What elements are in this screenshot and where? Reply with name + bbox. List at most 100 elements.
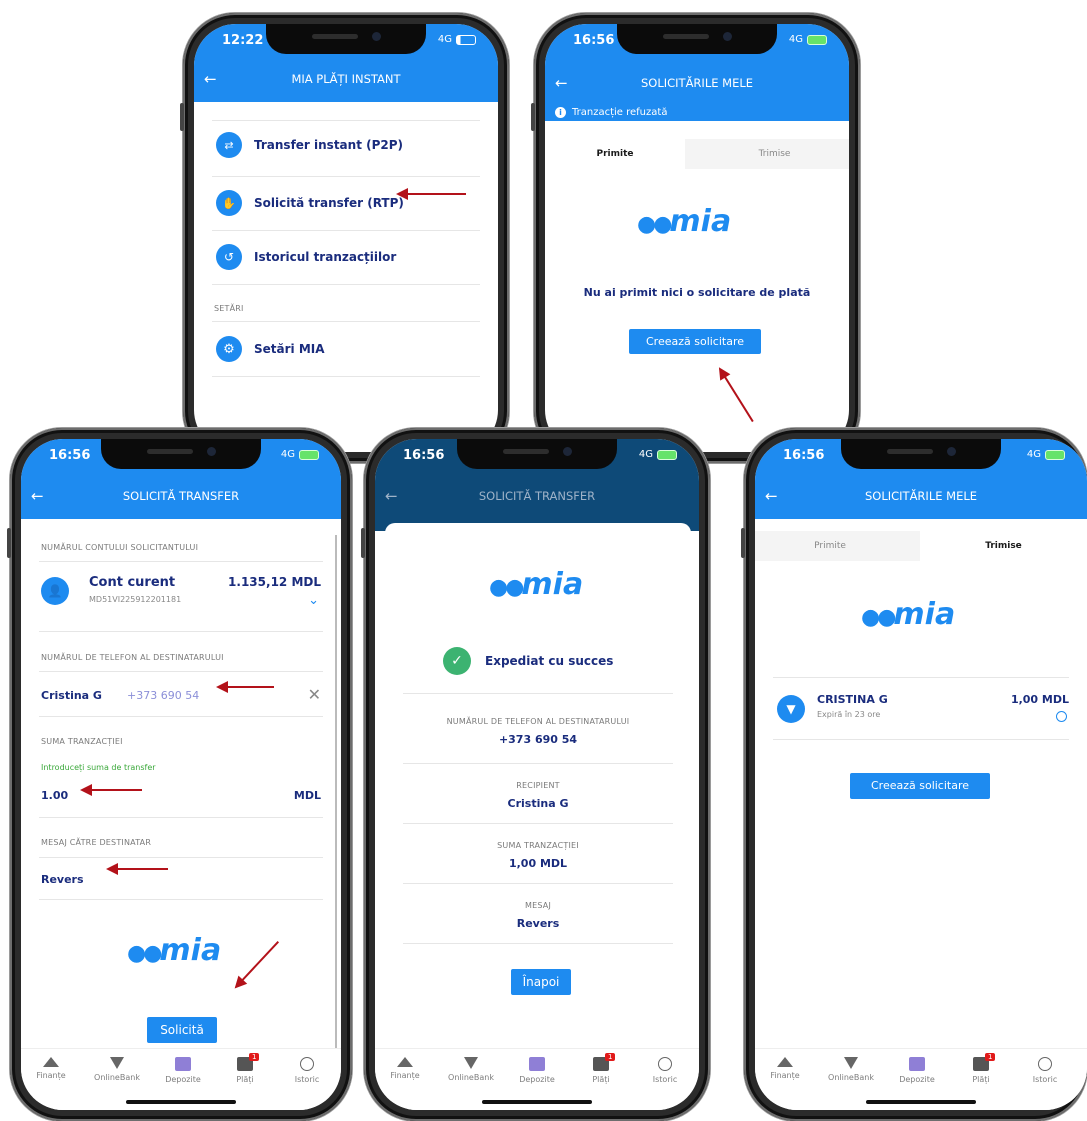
- annotation-arrow-rtp: [396, 188, 466, 200]
- annotation-arrow-phone: [216, 681, 274, 693]
- status-time: 12:22: [222, 33, 264, 48]
- bottom-nav: Finanțe OnlineBank Depozite 1 Plăți Istor…: [375, 1048, 699, 1110]
- phone-4-screen: 16:56 4G ← SOLICITĂ TRANSFER ●●mia ✓ Exp…: [375, 439, 699, 1110]
- phone-3: 16:56 4G ← SOLICITĂ TRANSFER NUMĂRUL CON…: [7, 428, 352, 1121]
- request-list-item[interactable]: ▼ CRISTINA G Expiră în 23 ore 1,00 MDL: [777, 693, 1069, 733]
- bank-logo-icon: [110, 1057, 124, 1069]
- history-icon: ↺: [216, 244, 242, 270]
- back-arrow-icon[interactable]: ←: [555, 66, 568, 100]
- annotation-arrow-message: [106, 863, 168, 875]
- deposit-icon: [175, 1057, 191, 1071]
- page-title: SOLICITĂRILE MELE: [640, 76, 754, 90]
- battery-icon: [456, 34, 476, 45]
- battery-icon: [807, 34, 827, 45]
- menu-item-settings[interactable]: ⚙ Setări MIA: [216, 336, 325, 362]
- home-icon: [43, 1057, 59, 1067]
- deposit-icon: [909, 1057, 925, 1071]
- nav-depozite[interactable]: Depozite: [889, 1057, 945, 1084]
- history-icon: [658, 1057, 672, 1071]
- menu-item-p2p[interactable]: ⇄ Transfer instant (P2P): [216, 132, 403, 158]
- back-arrow-icon[interactable]: ←: [765, 479, 778, 513]
- nav-onlinebank[interactable]: OnlineBank: [89, 1057, 145, 1082]
- back-arrow-icon[interactable]: ←: [204, 62, 217, 96]
- menu-item-rtp[interactable]: ✋ Solicită transfer (RTP): [216, 190, 404, 216]
- mia-logo: ●●mia: [637, 204, 732, 239]
- nav-depozite[interactable]: Depozite: [155, 1057, 211, 1084]
- message-input[interactable]: Revers: [41, 873, 84, 886]
- submit-request-button[interactable]: Solicită: [147, 1017, 217, 1043]
- notice-banner: i Tranzacție refuzată: [555, 107, 667, 118]
- tabs: Primite Trimise: [545, 139, 849, 169]
- tab-primite[interactable]: Primite: [755, 531, 905, 561]
- history-icon: [1038, 1057, 1052, 1071]
- nav-onlinebank[interactable]: OnlineBank: [823, 1057, 879, 1082]
- create-request-button[interactable]: Creează solicitare: [629, 329, 761, 354]
- clock-icon: [1056, 711, 1067, 722]
- battery-icon: [299, 449, 319, 460]
- phone-3-screen: 16:56 4G ← SOLICITĂ TRANSFER NUMĂRUL CON…: [21, 439, 341, 1110]
- bottom-nav: Finanțe OnlineBank Depozite 1 Plăți Istor…: [21, 1048, 341, 1110]
- phone-4: 16:56 4G ← SOLICITĂ TRANSFER ●●mia ✓ Exp…: [361, 428, 710, 1121]
- gear-icon: ⚙: [216, 336, 242, 362]
- tabs: Primite Trimise: [755, 531, 1087, 561]
- hand-coin-icon: ✋: [216, 190, 242, 216]
- bottom-nav: Finanțe OnlineBank Depozite 1 Plăți Istor…: [755, 1048, 1087, 1110]
- phone-1-screen: 12:22 4G ← MIA PLĂȚI INSTANT ⇄ Transfer …: [194, 24, 498, 452]
- home-icon: [397, 1057, 413, 1067]
- mia-logo: ●●mia: [489, 567, 584, 602]
- notification-badge: 1: [985, 1053, 996, 1061]
- deposit-icon: [529, 1057, 545, 1071]
- back-button[interactable]: Înapoi: [511, 969, 571, 995]
- annotation-arrow-amount: [80, 784, 142, 796]
- recipient-field[interactable]: Cristina G +373 690 54 ✕: [41, 685, 321, 711]
- phone-1: 12:22 4G ← MIA PLĂȚI INSTANT ⇄ Transfer …: [180, 13, 509, 463]
- history-icon: [300, 1057, 314, 1071]
- battery-icon: [1045, 449, 1065, 460]
- nav-plati[interactable]: 1 Plăți: [573, 1053, 629, 1084]
- modal-sheet: ●●mia ✓ Expediat cu succes NUMĂRUL DE TE…: [385, 523, 691, 1046]
- nav-plati[interactable]: 1 Plăți: [217, 1053, 273, 1084]
- mia-logo: ●●mia: [127, 933, 222, 968]
- phone-2: 16:56 4G ← SOLICITĂRILE MELE i Tranzacți…: [531, 13, 860, 463]
- bank-logo-icon: ▼: [777, 695, 805, 723]
- tab-trimise[interactable]: Trimise: [700, 139, 849, 169]
- chevron-down-icon[interactable]: ⌄: [308, 593, 319, 608]
- bank-logo-icon: [844, 1057, 858, 1069]
- user-icon: 👤: [41, 577, 69, 605]
- nav-istoric[interactable]: Istoric: [1017, 1057, 1073, 1084]
- nav-istoric[interactable]: Istoric: [279, 1057, 335, 1084]
- create-request-button[interactable]: Creează solicitare: [850, 773, 990, 799]
- nav-finante[interactable]: Finanțe: [757, 1057, 813, 1080]
- battery-icon: [657, 449, 677, 460]
- page-title: MIA PLĂȚI INSTANT: [291, 72, 401, 86]
- nav-plati[interactable]: 1 Plăți: [953, 1053, 1009, 1084]
- notification-badge: 1: [249, 1053, 260, 1061]
- nav-finante[interactable]: Finanțe: [23, 1057, 79, 1080]
- phone-5: 16:56 4G ← SOLICITĂRILE MELE Primite Tri…: [741, 428, 1087, 1121]
- page-title: SOLICITĂRILE MELE: [864, 489, 978, 503]
- nav-depozite[interactable]: Depozite: [509, 1057, 565, 1084]
- info-icon: i: [555, 107, 566, 118]
- menu-item-history[interactable]: ↺ Istoricul tranzacțiilor: [216, 244, 396, 270]
- page-title: SOLICITĂ TRANSFER: [122, 489, 240, 503]
- nav-finante[interactable]: Finanțe: [377, 1057, 433, 1080]
- checkmark-icon: ✓: [443, 647, 471, 675]
- tab-trimise[interactable]: Trimise: [920, 531, 1087, 561]
- success-row: ✓ Expediat cu succes: [443, 647, 613, 675]
- back-arrow-icon[interactable]: ←: [31, 479, 44, 513]
- back-arrow-icon: ←: [385, 487, 398, 505]
- section-label-settings: SETĂRI: [214, 304, 244, 313]
- bank-logo-icon: [464, 1057, 478, 1069]
- home-icon: [777, 1057, 793, 1067]
- mia-logo: ●●mia: [861, 597, 956, 632]
- notification-badge: 1: [605, 1053, 616, 1061]
- scrollbar[interactable]: [335, 535, 337, 1055]
- nav-istoric[interactable]: Istoric: [637, 1057, 693, 1084]
- p2p-icon: ⇄: [216, 132, 242, 158]
- account-selector[interactable]: 👤 Cont curent MD51VI225912201181 1.135,1…: [41, 573, 321, 623]
- phone-2-screen: 16:56 4G ← SOLICITĂRILE MELE i Tranzacți…: [545, 24, 849, 452]
- nav-onlinebank[interactable]: OnlineBank: [443, 1057, 499, 1082]
- page-title: SOLICITĂ TRANSFER: [478, 489, 596, 503]
- close-icon[interactable]: ✕: [308, 685, 321, 704]
- tab-primite[interactable]: Primite: [545, 139, 685, 169]
